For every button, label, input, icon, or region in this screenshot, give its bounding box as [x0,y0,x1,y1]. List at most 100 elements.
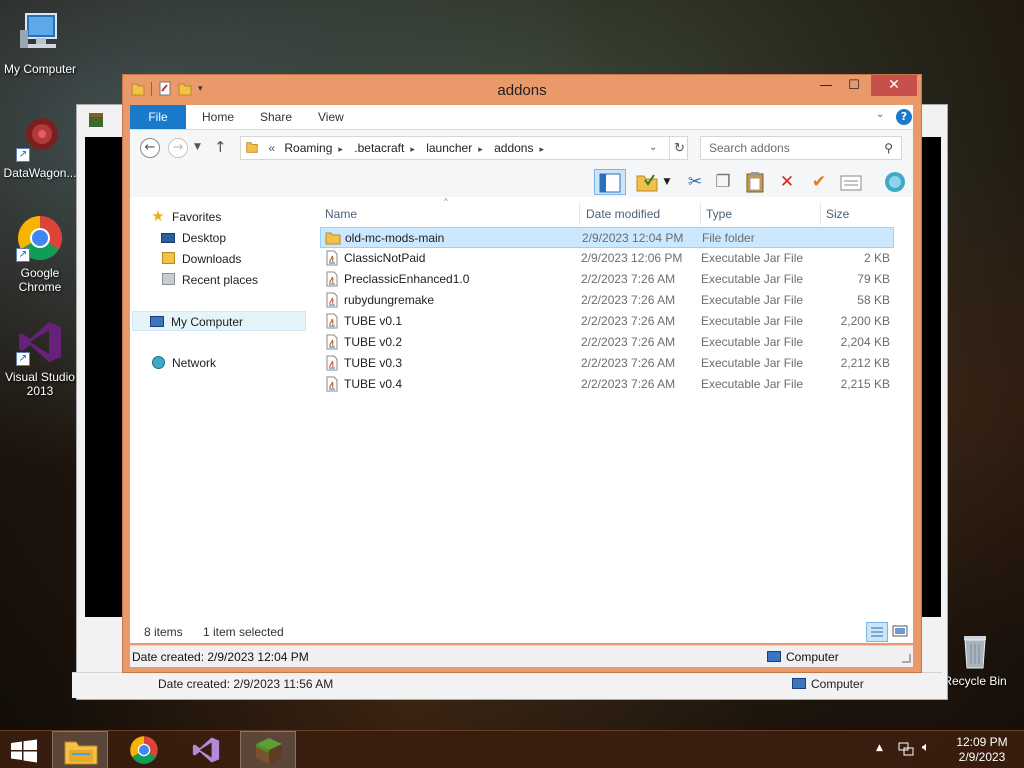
dropdown-arrow-icon[interactable]: ▼ [660,169,674,195]
location: Computer [767,650,839,664]
datawagon-icon: ↗ [16,114,64,162]
clock-date: 2/9/2023 [958,750,1006,764]
table-row[interactable]: rubydungremake 2/2/2023 7:26 AM Executable… [320,290,894,311]
copy-icon[interactable]: ❐ [710,169,736,195]
file-name: TUBE v0.1 [344,314,403,328]
address-bar[interactable]: « Roaming ▸ .betacraft ▸ launcher ▸ addons ▸… [240,136,688,160]
forward-button[interactable]: → [168,138,188,158]
jar-file-icon [324,376,340,392]
search-input[interactable]: Search addons ⚲ [700,136,902,160]
breadcrumb-separator-icon[interactable]: ▸ [478,144,483,154]
minimize-button[interactable]: — [813,75,839,97]
desktop-icon-label: My Computer [3,62,77,76]
file-name: PreclassicEnhanced1.0 [344,272,470,286]
desktop-icon-my-computer[interactable]: My Computer [0,10,80,76]
table-row[interactable]: old-mc-mods-main 2/9/2023 12:04 PM File fo… [320,227,894,248]
cut-icon[interactable]: ✂ [682,169,708,195]
computer-icon [792,678,806,689]
network-status-icon[interactable] [898,741,914,760]
search-icon[interactable]: ⚲ [884,137,893,159]
preview-pane-icon[interactable] [594,169,626,195]
clock[interactable]: 12:09 PM 2/9/2023 [950,735,1014,765]
file-size: 58 KB [857,293,890,307]
breadcrumb-addons[interactable]: addons [494,141,533,155]
nav-item-network[interactable]: Network [150,353,216,373]
address-overflow[interactable]: « [268,141,275,155]
start-button[interactable] [10,739,38,763]
column-header-name[interactable]: Name [320,203,580,225]
nav-label: Network [172,356,217,370]
properties-icon[interactable] [838,169,864,195]
breadcrumb-launcher[interactable]: launcher [426,141,472,155]
table-row[interactable]: TUBE v0.1 2/2/2023 7:26 AM Executable Jar … [320,311,894,332]
breadcrumb-separator-icon[interactable]: ▸ [410,144,415,154]
volume-icon[interactable]: 🔈︎ [922,740,930,755]
desktop-icon-visual-studio[interactable]: ↗ Visual Studio 2013 [0,318,80,398]
file-size: 2,212 KB [840,356,890,370]
delete-icon[interactable]: ✕ [774,169,800,195]
jar-file-icon [324,355,340,371]
nav-item-favorites[interactable]: ★ Favorites [150,207,221,227]
select-folder-icon[interactable] [634,169,660,195]
breadcrumb-betacraft[interactable]: .betacraft [354,141,404,155]
tab-view[interactable]: View [306,105,356,129]
taskbar: ▲ 🔈︎ 12:09 PM 2/9/2023 [0,730,1024,768]
taskbar-minecraft[interactable] [240,731,296,768]
table-row[interactable]: ClassicNotPaid 2/9/2023 12:06 PM Executabl… [320,248,894,269]
column-header-size[interactable]: Size [821,203,899,225]
file-list: ^ Name Date modified Type Size old-mc-mo… [320,197,913,641]
up-button[interactable]: ↑ [214,138,227,156]
address-dropdown-icon[interactable]: ⌄ [649,137,657,159]
table-row[interactable]: TUBE v0.2 2/2/2023 7:26 AM Executable Jar … [320,332,894,353]
expand-ribbon-icon[interactable]: ⌄ [876,109,884,120]
nav-item-recent-places[interactable]: Recent places [160,270,258,290]
column-header-date-modified[interactable]: Date modified [581,203,701,225]
paste-icon[interactable] [742,169,768,195]
file-type: Executable Jar File [701,377,804,391]
explorer-window[interactable]: ▾ addons — ☐ ✕ File Home Share View ⌄ ? … [122,74,922,673]
resize-grip[interactable] [902,654,911,663]
nav-item-desktop[interactable]: Desktop [160,228,226,248]
tab-file[interactable]: File [130,105,186,129]
file-type: File folder [702,231,755,245]
breadcrumb-separator-icon[interactable]: ▸ [539,144,544,154]
help-icon[interactable]: ? [896,109,912,125]
title-bar[interactable]: ▾ addons — ☐ ✕ [123,75,921,105]
file-date-modified: 2/9/2023 12:04 PM [582,231,684,245]
show-hidden-icons-icon[interactable]: ▲ [876,743,883,753]
table-row[interactable]: PreclassicEnhanced1.0 2/2/2023 7:26 AM Exe… [320,269,894,290]
folder-icon [246,142,258,153]
taskbar-file-explorer[interactable] [52,731,108,768]
jar-file-icon [324,250,340,266]
desktop-icon-google-chrome[interactable]: ↗ Google Chrome [0,214,80,294]
table-row[interactable]: TUBE v0.4 2/2/2023 7:26 AM Executable Jar … [320,374,894,395]
scroll-area [906,197,913,641]
rename-icon[interactable]: ✔ [806,169,832,195]
close-button[interactable]: ✕ [871,75,917,96]
taskbar-google-chrome[interactable] [116,731,172,768]
location-label: Computer [786,650,839,664]
table-row[interactable]: TUBE v0.3 2/2/2023 7:26 AM Executable Jar … [320,353,894,374]
file-explorer-icon [64,741,98,765]
computer-icon [16,10,64,58]
minecraft-icon [89,113,103,127]
maximize-button[interactable]: ☐ [841,75,867,97]
nav-item-downloads[interactable]: Downloads [160,249,241,269]
clock-time: 12:09 PM [956,735,1008,749]
tab-home[interactable]: Home [190,105,246,129]
network-share-icon[interactable] [882,169,908,195]
recent-locations-icon[interactable]: ▼ [194,142,201,152]
breadcrumb-roaming[interactable]: Roaming [284,141,332,155]
large-icons-view-icon[interactable] [890,622,912,642]
breadcrumb-separator-icon[interactable]: ▸ [338,144,343,154]
column-header-type[interactable]: Type [701,203,821,225]
details-view-icon[interactable] [866,622,888,642]
back-button[interactable]: ← [140,138,160,158]
tab-share[interactable]: Share [248,105,304,129]
taskbar-visual-studio[interactable] [178,731,234,768]
refresh-icon[interactable]: ↻ [669,137,685,159]
desktop-icon-label: Visual Studio 2013 [5,370,75,398]
folder-icon [325,230,341,246]
nav-item-my-computer[interactable]: My Computer [132,311,306,331]
desktop-icon-datawagon[interactable]: ↗ DataWagon... [0,114,80,180]
